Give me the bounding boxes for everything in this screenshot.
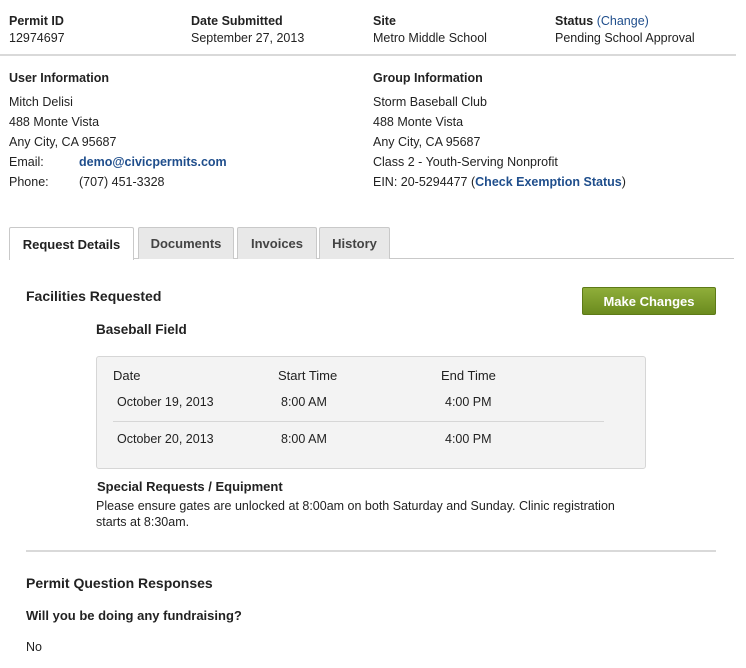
permit-id-value: 12974697 xyxy=(9,31,65,45)
group-class: Class 2 - Youth-Serving Nonprofit xyxy=(373,155,558,169)
group-address1: 488 Monte Vista xyxy=(373,115,464,129)
row1-date: October 19, 2013 xyxy=(117,395,214,409)
tab-history[interactable]: History xyxy=(319,227,390,259)
answer-1: No xyxy=(26,640,42,654)
user-info-heading: User Information xyxy=(9,71,110,85)
row1-start: 8:00 AM xyxy=(281,395,327,409)
ein-value: EIN: 20-5294477 ( xyxy=(373,175,476,189)
date-submitted-value: September 27, 2013 xyxy=(191,31,305,45)
group-info-heading: Group Information xyxy=(373,71,483,85)
facilities-heading: Facilities Requested xyxy=(26,288,162,304)
site-label: Site xyxy=(373,14,396,28)
row-divider xyxy=(113,421,604,422)
header-divider xyxy=(0,54,736,56)
status-paren-close: ) xyxy=(644,14,649,28)
row2-start: 8:00 AM xyxy=(281,432,327,446)
special-requests-line2: starts at 8:30am. xyxy=(96,515,190,529)
tab-documents[interactable]: Documents xyxy=(138,227,234,259)
phone-label: Phone: xyxy=(9,175,49,189)
section-divider xyxy=(26,550,716,552)
group-address2: Any City, CA 95687 xyxy=(373,135,481,149)
row1-end: 4:00 PM xyxy=(445,395,492,409)
tab-invoices[interactable]: Invoices xyxy=(237,227,317,259)
user-address1: 488 Monte Vista xyxy=(9,115,100,129)
email-label: Email: xyxy=(9,155,44,169)
permit-id-label: Permit ID xyxy=(9,14,64,28)
make-changes-button[interactable]: Make Changes xyxy=(582,287,716,315)
col-start-header: Start Time xyxy=(278,368,338,383)
user-name: Mitch Delisi xyxy=(9,95,73,109)
col-end-header: End Time xyxy=(441,368,496,383)
email-link[interactable]: demo@civicpermits.com xyxy=(79,155,227,169)
check-exemption-link[interactable]: Check Exemption Status xyxy=(475,175,622,189)
question-1: Will you be doing any fundraising? xyxy=(26,608,242,623)
row2-date: October 20, 2013 xyxy=(117,432,214,446)
ein-close: ) xyxy=(621,175,626,189)
date-submitted-label: Date Submitted xyxy=(191,14,283,28)
site-value: Metro Middle School xyxy=(373,31,487,45)
tab-request-details[interactable]: Request Details xyxy=(9,227,134,260)
special-requests-line1: Please ensure gates are unlocked at 8:00… xyxy=(96,499,615,513)
schedule-table xyxy=(96,356,646,469)
status-change-link[interactable]: Change xyxy=(601,14,645,28)
row2-end: 4:00 PM xyxy=(445,432,492,446)
facility-name: Baseball Field xyxy=(96,322,187,337)
col-date-header: Date xyxy=(113,368,141,383)
special-requests-heading: Special Requests / Equipment xyxy=(97,479,283,494)
questions-heading: Permit Question Responses xyxy=(26,575,213,591)
ein-line: EIN: 20-5294477 (Check Exemption Status) xyxy=(373,175,626,189)
status-value: Pending School Approval xyxy=(555,31,695,45)
status-label: Status xyxy=(555,14,594,28)
user-address2: Any City, CA 95687 xyxy=(9,135,117,149)
phone-value: (707) 451-3328 xyxy=(79,175,165,189)
group-name: Storm Baseball Club xyxy=(373,95,487,109)
status-label-group: Status (Change) xyxy=(555,14,649,28)
